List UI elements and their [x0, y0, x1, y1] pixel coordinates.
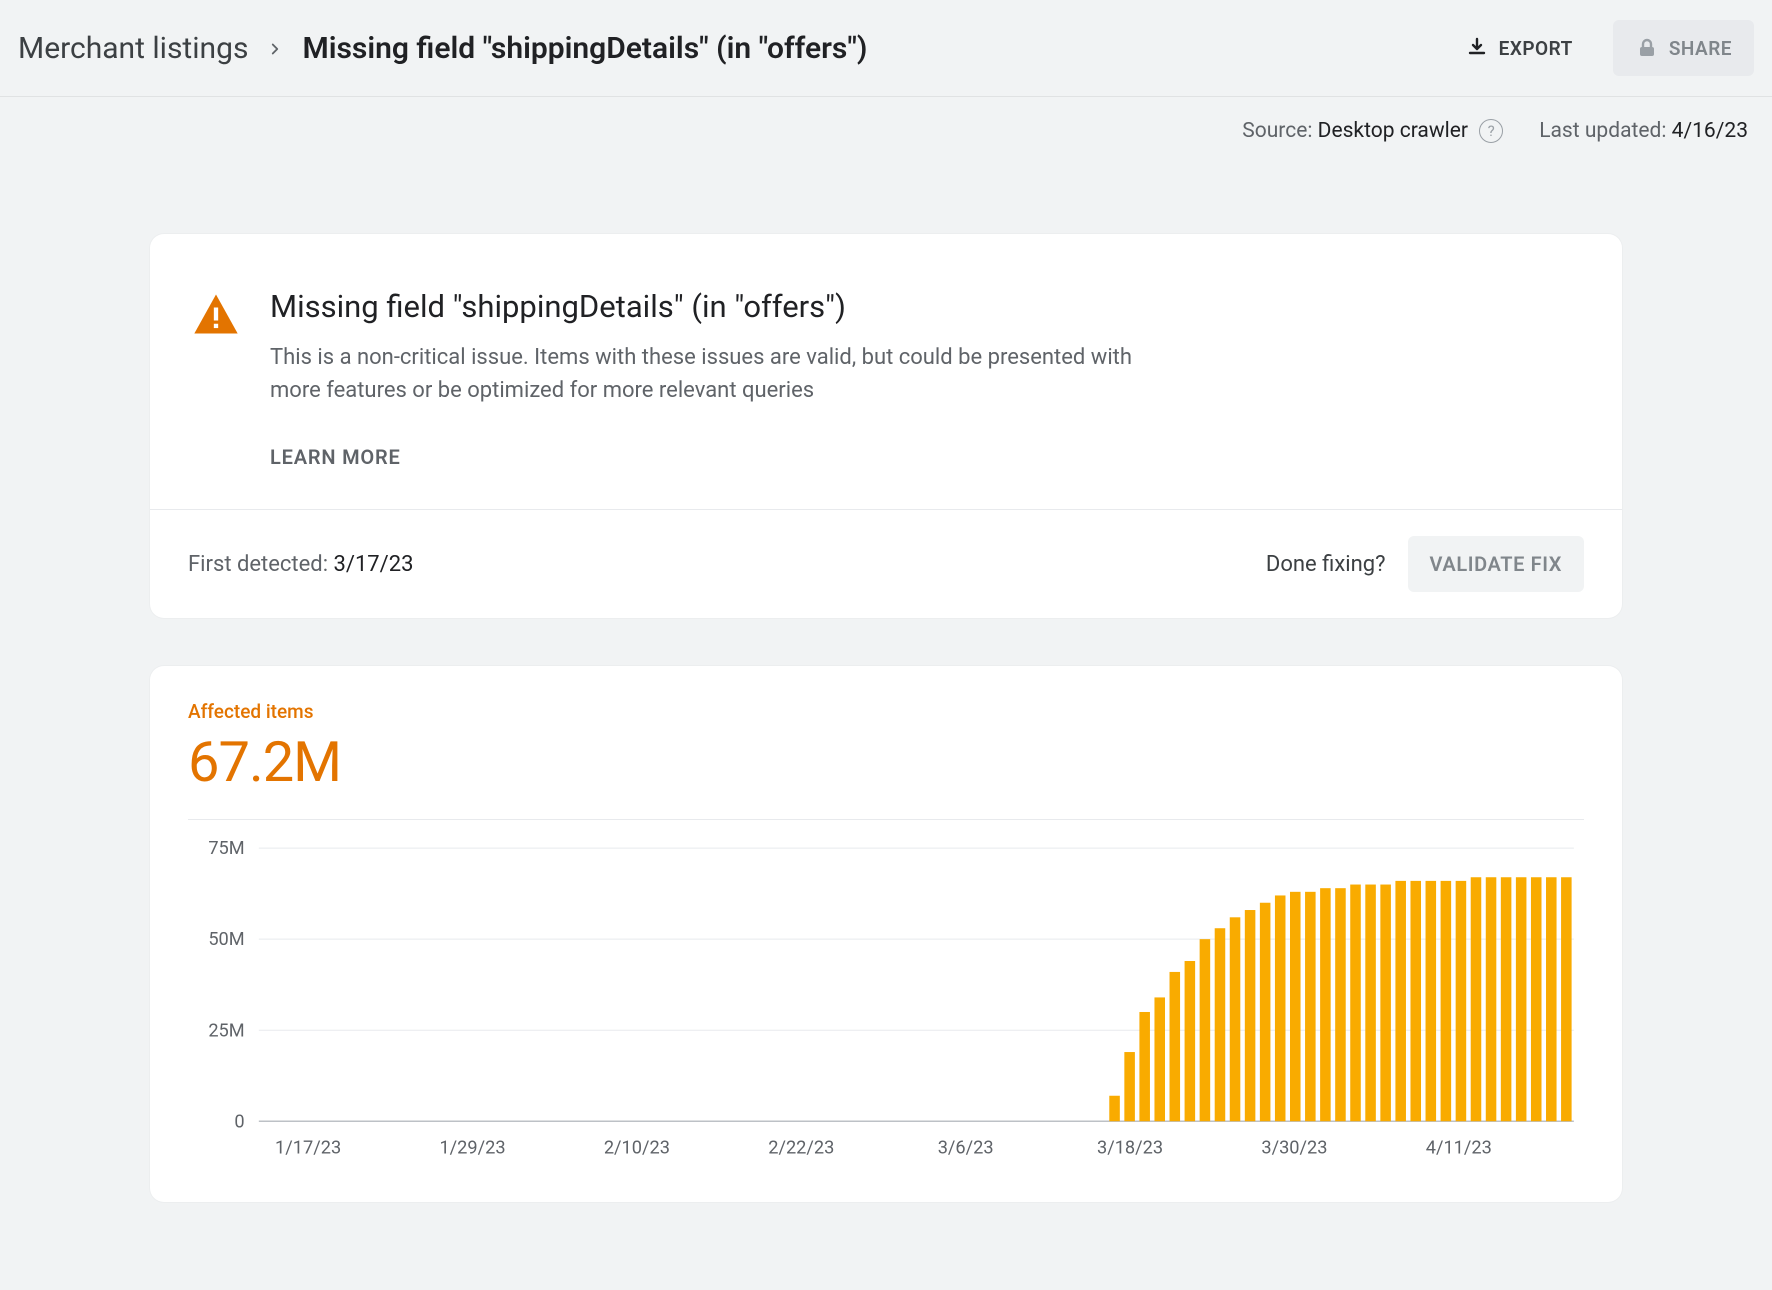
issue-footer: First detected: 3/17/23 Done fixing? VAL… [150, 510, 1622, 618]
help-icon[interactable]: ? [1479, 119, 1503, 143]
done-fixing-label: Done fixing? [1266, 552, 1386, 577]
export-button[interactable]: EXPORT [1443, 20, 1595, 76]
first-detected-value: 3/17/23 [334, 552, 414, 577]
svg-text:50M: 50M [208, 929, 244, 950]
export-label: EXPORT [1499, 37, 1573, 60]
svg-text:0: 0 [234, 1111, 244, 1132]
chevron-right-icon [266, 40, 284, 58]
download-icon [1465, 36, 1489, 60]
svg-text:4/11/23: 4/11/23 [1426, 1138, 1492, 1159]
svg-text:2/22/23: 2/22/23 [768, 1138, 834, 1159]
chart-area: 0 25M 50M 75M 1/17/23 1/29/23 2/10/23 2/22/23 3/… [188, 820, 1584, 1162]
chart-metric-label: Affected items [188, 700, 1584, 723]
first-detected-label: First detected: [188, 552, 328, 577]
chart-metric-value: 67.2M [188, 729, 1584, 795]
issue-title: Missing field "shippingDetails" (in "off… [270, 288, 1170, 325]
learn-more-link[interactable]: LEARN MORE [270, 445, 401, 469]
updated-value: 4/16/23 [1672, 119, 1748, 143]
source-info: Source: Desktop crawler ? [1242, 119, 1503, 144]
updated-info: Last updated: 4/16/23 [1539, 119, 1748, 144]
top-bar: Merchant listings Missing field "shippin… [0, 0, 1772, 97]
share-button[interactable]: SHARE [1613, 20, 1754, 76]
issue-text: Missing field "shippingDetails" (in "off… [270, 288, 1170, 469]
updated-label: Last updated: [1539, 119, 1666, 143]
svg-text:3/30/23: 3/30/23 [1261, 1138, 1327, 1159]
svg-text:3/18/23: 3/18/23 [1097, 1138, 1163, 1159]
lock-icon [1635, 36, 1659, 60]
svg-text:75M: 75M [208, 838, 244, 859]
svg-text:2/10/23: 2/10/23 [604, 1138, 670, 1159]
breadcrumb-current: Missing field "shippingDetails" (in "off… [302, 31, 867, 66]
svg-text:3/6/23: 3/6/23 [938, 1138, 994, 1159]
issue-description: This is a non-critical issue. Items with… [270, 341, 1170, 407]
validate-fix-button[interactable]: VALIDATE FIX [1408, 536, 1584, 592]
breadcrumb: Merchant listings Missing field "shippin… [18, 31, 867, 66]
source-label: Source: [1242, 119, 1312, 143]
first-detected: First detected: 3/17/23 [188, 552, 413, 577]
affected-items-chart: 0 25M 50M 75M 1/17/23 1/29/23 2/10/23 2/22/23 3/… [188, 838, 1584, 1162]
top-actions: EXPORT SHARE [1443, 20, 1754, 76]
fix-group: Done fixing? VALIDATE FIX [1266, 536, 1584, 592]
svg-text:1/17/23: 1/17/23 [275, 1138, 341, 1159]
issue-body: Missing field "shippingDetails" (in "off… [150, 234, 1622, 510]
meta-bar: Source: Desktop crawler ? Last updated: … [0, 97, 1772, 154]
svg-text:1/29/23: 1/29/23 [439, 1138, 505, 1159]
source-value: Desktop crawler [1318, 119, 1468, 143]
svg-text:25M: 25M [208, 1020, 244, 1041]
content: Missing field "shippingDetails" (in "off… [0, 154, 1772, 1290]
issue-card: Missing field "shippingDetails" (in "off… [150, 234, 1622, 618]
share-label: SHARE [1669, 37, 1732, 60]
chart-card: Affected items 67.2M 0 25M 50M 75M 1/17/23 1/… [150, 666, 1622, 1202]
chart-header: Affected items 67.2M [188, 700, 1584, 820]
warning-icon [190, 288, 242, 469]
breadcrumb-root[interactable]: Merchant listings [18, 31, 248, 66]
